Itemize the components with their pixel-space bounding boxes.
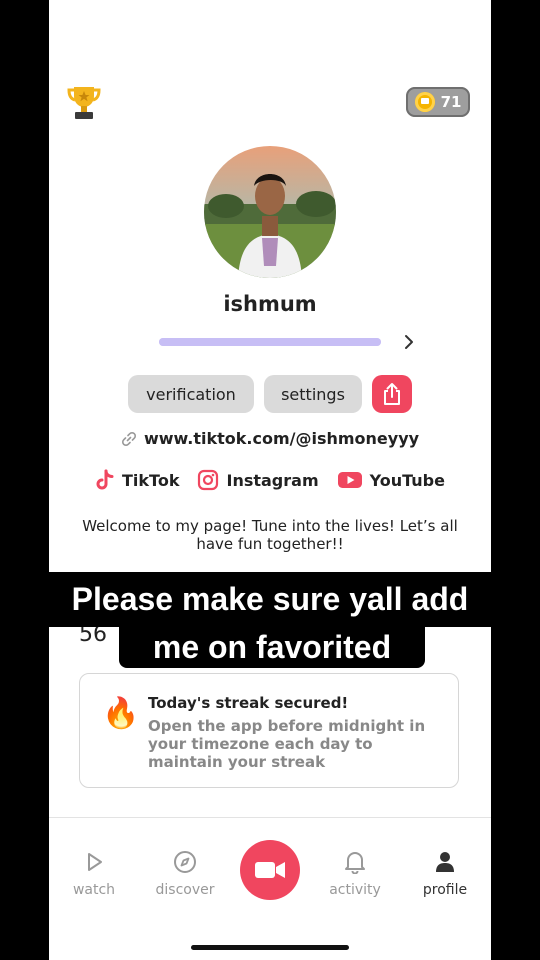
- social-tiktok-label: TikTok: [122, 470, 180, 490]
- share-icon: [384, 383, 400, 405]
- video-camera-icon: [255, 862, 285, 878]
- profile-screen: 71 ishmum verification settings www.tikt…: [49, 0, 491, 960]
- social-youtube-label: YouTube: [369, 470, 445, 490]
- share-button[interactable]: [372, 375, 412, 413]
- streak-card: 🔥 Today's streak secured! Open the app b…: [79, 673, 459, 788]
- nav-discover[interactable]: discover: [145, 848, 225, 898]
- nav-watch-label: watch: [72, 882, 116, 898]
- compass-icon: [174, 851, 196, 873]
- nav-profile-label: profile: [422, 882, 468, 898]
- streak-description: Open the app before midnight in your tim…: [148, 717, 426, 771]
- bell-icon: [345, 852, 365, 874]
- video-caption: Please make sure yall add me on favorite…: [0, 572, 540, 668]
- trophy-icon[interactable]: [67, 84, 101, 120]
- profile-link-text: www.tiktok.com/@ishmoneyyy: [143, 429, 420, 448]
- profile-link[interactable]: www.tiktok.com/@ishmoneyyy: [49, 429, 491, 448]
- coin-count: 71: [440, 93, 462, 111]
- avatar[interactable]: [204, 146, 336, 278]
- level-progress-bar[interactable]: [159, 338, 381, 346]
- streak-title: Today's streak secured!: [148, 694, 349, 712]
- play-icon: [88, 853, 102, 871]
- coin-icon: [414, 92, 435, 112]
- caption-line-2: me on favorited: [119, 627, 425, 668]
- social-tiktok[interactable]: TikTok: [95, 469, 179, 491]
- nav-profile[interactable]: profile: [405, 848, 485, 898]
- nav-activity[interactable]: activity: [315, 848, 395, 898]
- settings-button[interactable]: settings: [264, 375, 362, 413]
- social-youtube[interactable]: YouTube: [337, 470, 445, 490]
- nav-discover-label: discover: [155, 882, 215, 898]
- home-indicator[interactable]: [191, 945, 349, 950]
- social-links: TikTok Instagram YouTube: [49, 469, 491, 491]
- coin-balance[interactable]: 71: [406, 87, 470, 117]
- level-progress-fill: [159, 338, 381, 346]
- tiktok-icon: [96, 469, 114, 490]
- caption-line-1: Please make sure yall add: [49, 572, 491, 627]
- link-icon: [121, 431, 136, 446]
- nav-watch[interactable]: watch: [54, 848, 134, 898]
- social-instagram-label: Instagram: [226, 470, 319, 490]
- fire-icon: 🔥: [102, 696, 140, 731]
- social-instagram[interactable]: Instagram: [197, 469, 319, 491]
- instagram-icon: [198, 469, 219, 491]
- nav-activity-label: activity: [329, 882, 381, 898]
- verification-button[interactable]: verification: [128, 375, 254, 413]
- chevron-right-icon[interactable]: [399, 332, 419, 352]
- username: ishmum: [223, 292, 317, 316]
- go-live-button[interactable]: [240, 840, 300, 900]
- profile-bio: Welcome to my page! Tune into the lives!…: [82, 517, 458, 553]
- person-icon: [436, 852, 454, 872]
- youtube-icon: [337, 472, 362, 488]
- nav-divider: [49, 817, 491, 818]
